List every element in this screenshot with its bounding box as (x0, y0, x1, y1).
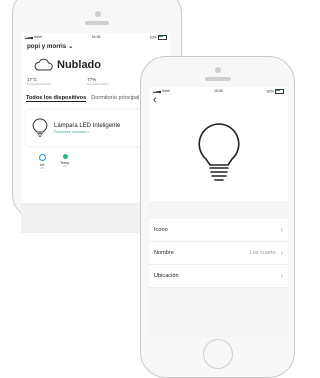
tab-master-bedroom[interactable]: Dormitorio principal (91, 95, 139, 102)
chevron-right-icon: › (280, 226, 283, 234)
home-name: popi y morris (27, 43, 67, 50)
stat-value: 77% (87, 77, 97, 82)
stat-temperature: 17°C Temperatura exterior (27, 77, 51, 86)
bulb-icon (197, 123, 240, 181)
battery-icon (274, 88, 284, 94)
front-camera (215, 67, 221, 73)
status-bar: ▂▃▄ Airtel 15:36 63% (149, 87, 288, 95)
bulb-icon (32, 118, 48, 137)
tab-all-devices[interactable]: Todos los dispositivos (26, 95, 87, 102)
header: ▂▃▄ Airtel 15:36 63% ‹ (149, 87, 288, 106)
stat-caption: Humedad exterior (87, 83, 108, 86)
settings-row-icon[interactable]: Icono › (149, 219, 288, 242)
settings-row-location[interactable]: Ubicación › (149, 265, 288, 288)
battery-percent: 63% (266, 88, 274, 93)
quick-value: 0% (40, 167, 45, 170)
battery-icon (157, 34, 167, 40)
row-label: Nombre (154, 250, 174, 256)
chevron-right-icon: › (280, 272, 283, 280)
quick-value: 0 K (63, 165, 68, 168)
row-value: Luz cuarto (249, 250, 276, 256)
chevron-down-icon: ⌄ (68, 43, 74, 50)
carrier-label: Airtel (33, 35, 43, 39)
front-camera (95, 11, 101, 17)
home-selector[interactable]: popi y morris ⌄ (21, 41, 171, 52)
quick-brightness[interactable]: Int. 0% (39, 154, 46, 170)
chevron-right-icon: › (280, 249, 283, 257)
signal-icon: ▂▃▄ (153, 89, 162, 93)
earpiece-speaker (205, 77, 231, 81)
status-bar: ▂▃▄ Airtel 15:36 63% (21, 33, 171, 41)
device-settings-screen: ▂▃▄ Airtel 15:36 63% ‹ Icono › Nombre Lu… (149, 87, 288, 337)
device-image (149, 105, 288, 201)
quick-temperature[interactable]: Temp. 0 K (60, 154, 70, 170)
brightness-icon (39, 154, 46, 161)
stat-caption: Temperatura exterior (27, 83, 51, 86)
chevron-left-icon: ‹ (153, 94, 157, 106)
temperature-icon (62, 154, 68, 159)
stat-humidity: 77% Humedad exterior (87, 77, 108, 86)
home-button[interactable] (203, 339, 233, 369)
earpiece-speaker (85, 21, 109, 25)
settings-row-name[interactable]: Nombre Luz cuarto › (149, 242, 288, 265)
device-name: Lámpara LED Inteligente (54, 122, 121, 129)
signal-icon: ▂▃▄ (25, 35, 34, 39)
settings-list: Icono › Nombre Luz cuarto › Ubicación › (149, 219, 288, 288)
row-label: Ubicación (154, 273, 179, 279)
clock: 15:36 (91, 35, 101, 39)
back-button[interactable]: ‹ (149, 94, 288, 106)
front-phone: ▂▃▄ Airtel 15:36 63% ‹ Icono › Nombre Lu… (140, 56, 295, 378)
stat-value: 17°C (27, 77, 38, 82)
device-functions-link[interactable]: Funciones comunes > (54, 130, 120, 134)
weather-label: Nublado (57, 58, 101, 71)
carrier-label: Airtel (161, 89, 171, 93)
cloud-icon (34, 58, 53, 71)
clock: 15:36 (213, 89, 223, 93)
battery-percent: 63% (149, 34, 157, 39)
row-label: Icono (154, 227, 168, 233)
